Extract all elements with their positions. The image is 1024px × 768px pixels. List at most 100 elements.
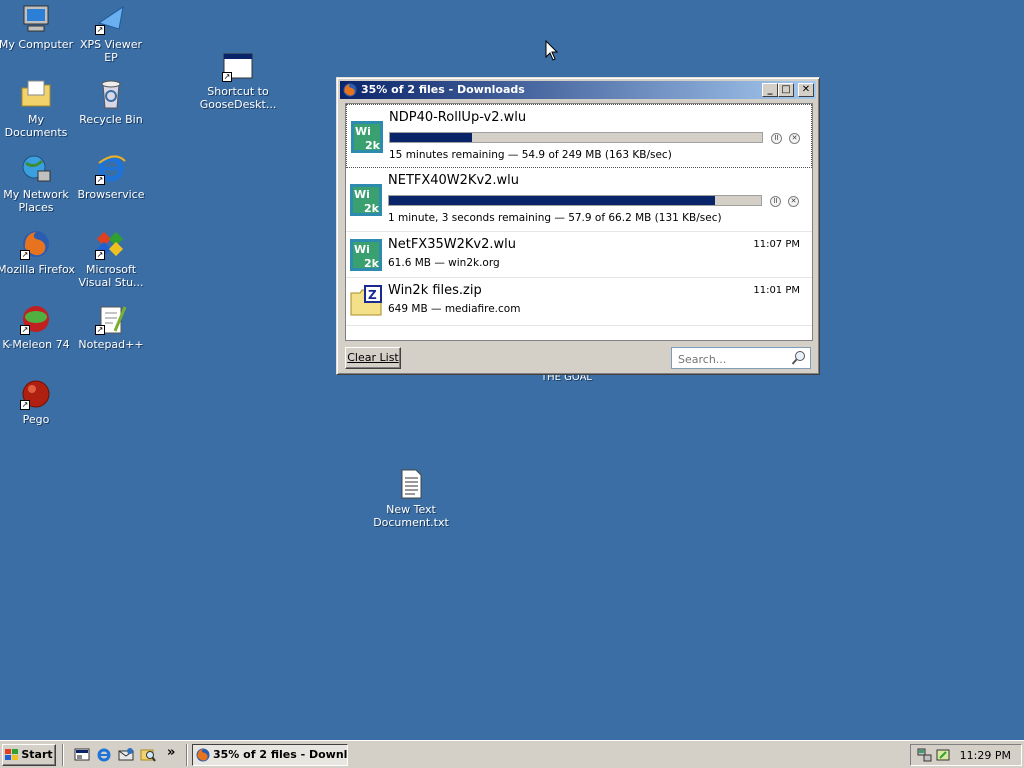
clock[interactable]: 11:29 PM <box>960 749 1011 762</box>
notepad-plus-plus-icon: ↗ <box>95 303 127 335</box>
taskbar-button-label: 35% of 2 files - Downl... <box>213 748 348 761</box>
mouse-cursor-icon <box>545 40 559 61</box>
svg-text:2k: 2k <box>364 202 380 215</box>
close-button[interactable]: ✕ <box>798 83 814 97</box>
pause-button[interactable]: II <box>771 133 782 144</box>
search-explorer-icon[interactable] <box>140 747 156 763</box>
download-status: 61.6 MB — win2k.org <box>388 257 500 269</box>
shortcut-window-icon: ↗ <box>222 50 254 82</box>
desktop-icon-label: XPS Viewer EP <box>79 38 143 64</box>
start-label: Start <box>21 748 53 761</box>
search-input[interactable] <box>676 349 790 369</box>
desktop-icon-new-text-document[interactable]: New Text Document.txt <box>372 468 450 529</box>
network-places-icon <box>20 153 52 185</box>
file-icon: Wi 2k <box>351 121 383 153</box>
start-button[interactable]: Start <box>2 744 56 766</box>
safely-remove-hardware-icon[interactable] <box>935 747 951 763</box>
desktop-icon-xps-viewer[interactable]: ↗ XPS Viewer EP <box>72 3 150 64</box>
maximize-button[interactable]: □ <box>778 83 794 97</box>
quick-launch-overflow-chevron[interactable]: » <box>167 745 175 760</box>
desktop-icon-label: Recycle Bin <box>79 113 143 126</box>
download-item[interactable]: Wi 2k NDP40-RollUp-v2.wlu II ✕ 15 minutes… <box>346 104 812 168</box>
desktop-icon-label: My Computer <box>0 38 74 51</box>
desktop-icon-goose-shortcut[interactable]: ↗ Shortcut to GooseDeskt... <box>199 50 277 111</box>
downloads-list[interactable]: Wi 2k NDP40-RollUp-v2.wlu II ✕ 15 minutes… <box>345 103 813 341</box>
desktop-icon-notepad-plus-plus[interactable]: ↗ Notepad++ <box>72 303 150 351</box>
desktop-icon-k-meleon[interactable]: ↗ K-Meleon 74 <box>0 303 75 351</box>
svg-text:Wi: Wi <box>355 125 371 138</box>
taskbar: Start » 35% of 2 files - Downl... 11:29 … <box>0 740 1024 768</box>
progress-fill <box>389 196 715 205</box>
download-status: 15 minutes remaining — 54.9 of 249 MB (1… <box>389 149 672 161</box>
desktop-icon-firefox[interactable]: ↗ Mozilla Firefox <box>0 228 75 276</box>
file-icon: Wi 2k <box>350 239 382 271</box>
outlook-express-icon[interactable] <box>118 747 134 763</box>
search-box[interactable] <box>671 347 811 369</box>
my-documents-icon <box>20 78 52 110</box>
desktop-icon-recycle-bin[interactable]: Recycle Bin <box>72 78 150 126</box>
download-time: 11:07 PM <box>753 239 800 250</box>
show-desktop-icon[interactable] <box>74 747 90 763</box>
k-meleon-icon: ↗ <box>20 303 52 335</box>
xps-viewer-icon: ↗ <box>95 3 127 35</box>
title-bar[interactable]: 35% of 2 files - Downloads _ □ ✕ <box>340 81 816 99</box>
desktop-icon-label: My Documents <box>4 113 68 139</box>
minimize-button[interactable]: _ <box>762 83 778 97</box>
recycle-bin-icon <box>95 78 127 110</box>
internet-explorer-icon[interactable] <box>96 747 112 763</box>
window-title: 35% of 2 files - Downloads <box>361 83 525 96</box>
svg-text:Z: Z <box>368 288 377 302</box>
desktop-icon-label: Notepad++ <box>78 338 144 351</box>
pego-icon: ↗ <box>20 378 52 410</box>
desktop-icon-browservice[interactable]: ↗ Browservice <box>72 153 150 201</box>
pause-button[interactable]: II <box>770 196 781 207</box>
firefox-icon <box>196 748 210 762</box>
internet-explorer-icon: ↗ <box>95 153 127 185</box>
svg-text:2k: 2k <box>364 257 380 270</box>
system-tray: 11:29 PM <box>910 744 1022 766</box>
windows-logo-icon <box>5 749 19 760</box>
taskbar-separator <box>62 744 64 766</box>
downloads-window: 35% of 2 files - Downloads _ □ ✕ Wi 2k ND… <box>336 77 820 375</box>
desktop-icon-visual-studio[interactable]: ↗ Microsoft Visual Stu... <box>72 228 150 289</box>
desktop-icon-label: Microsoft Visual Stu... <box>78 263 144 289</box>
desktop-icon-label: Shortcut to GooseDeskt... <box>199 85 277 111</box>
progress-bar <box>388 195 762 206</box>
my-computer-icon <box>20 3 52 35</box>
firefox-icon <box>343 83 357 97</box>
network-connection-icon[interactable] <box>917 747 933 763</box>
clear-list-label: Clear List <box>347 351 399 364</box>
text-document-icon <box>395 468 427 500</box>
search-icon[interactable] <box>791 350 807 366</box>
visual-studio-icon: ↗ <box>95 228 127 260</box>
download-status: 1 minute, 3 seconds remaining — 57.9 of … <box>388 212 722 224</box>
cancel-button[interactable]: ✕ <box>788 196 799 207</box>
desktop-icon-my-computer[interactable]: My Computer <box>0 3 75 51</box>
desktop-icon-network-places[interactable]: My Network Places <box>0 153 75 214</box>
download-status: 649 MB — mediafire.com <box>388 303 521 315</box>
cancel-button[interactable]: ✕ <box>789 133 800 144</box>
file-name: NDP40-RollUp-v2.wlu <box>389 110 527 125</box>
file-name: Win2k files.zip <box>388 283 482 298</box>
svg-text:Wi: Wi <box>354 188 370 201</box>
progress-bar <box>389 132 763 143</box>
clear-list-button[interactable]: Clear List <box>345 347 401 369</box>
svg-text:Wi: Wi <box>354 243 370 256</box>
desktop-icon-label: New Text Document.txt <box>373 503 449 529</box>
file-name: NetFX35W2Kv2.wlu <box>388 237 516 252</box>
firefox-icon: ↗ <box>20 228 52 260</box>
progress-fill <box>390 133 472 142</box>
taskbar-separator <box>186 744 188 766</box>
taskbar-button-downloads[interactable]: 35% of 2 files - Downl... <box>192 744 348 766</box>
zip-file-icon: Z <box>350 285 382 317</box>
desktop-icon-label: My Network Places <box>3 188 69 214</box>
download-item[interactable]: Wi 2k NetFX35W2Kv2.wlu 11:07 PM 61.6 MB —… <box>346 232 812 278</box>
downloads-footer: Clear List <box>345 346 811 370</box>
file-icon: Wi 2k <box>350 184 382 216</box>
svg-text:2k: 2k <box>365 139 381 152</box>
file-name: NETFX40W2Kv2.wlu <box>388 173 520 188</box>
download-item[interactable]: Z Win2k files.zip 11:01 PM 649 MB — medi… <box>346 278 812 326</box>
download-item[interactable]: Wi 2k NETFX40W2Kv2.wlu II ✕ 1 minute, 3 s… <box>346 168 812 232</box>
desktop-icon-my-documents[interactable]: My Documents <box>0 78 75 139</box>
desktop-icon-pego[interactable]: ↗ Pego <box>0 378 75 426</box>
